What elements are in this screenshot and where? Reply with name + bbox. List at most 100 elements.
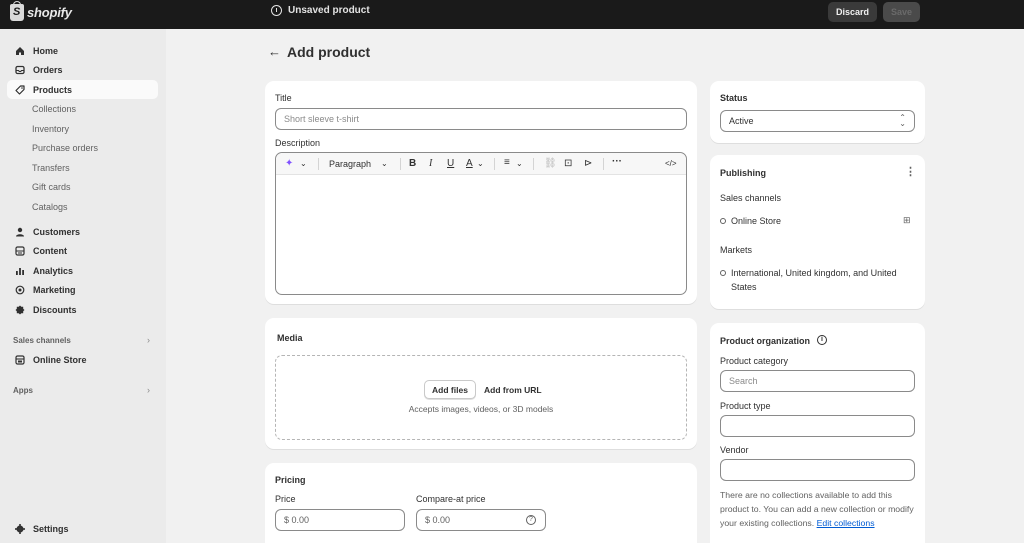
orders-icon [15, 65, 25, 75]
sidebar-item-customers[interactable]: Customers [7, 222, 158, 241]
chevron-down-icon[interactable]: ⌄ [381, 159, 388, 168]
sidebar-item-settings[interactable]: Settings [7, 519, 158, 538]
sidebar-subitem-catalogs[interactable]: Catalogs [32, 202, 68, 212]
home-icon [15, 46, 25, 56]
italic-icon[interactable]: I [429, 158, 432, 169]
sidebar-item-label: Online Store [33, 354, 87, 365]
compare-at-price-value: $ 0.00 [425, 515, 451, 525]
sidebar-subitem-collections[interactable]: Collections [32, 104, 76, 114]
pricing-heading: Pricing [275, 475, 306, 485]
editor-toolbar: ✦ ⌄ Paragraph ⌄ B I U A ⌄ ≡ ⌄ ⛓ ⊡ ⊳ ··· … [276, 153, 686, 175]
discard-button[interactable]: Discard [828, 2, 877, 22]
toolbar-divider [318, 158, 319, 170]
publishing-heading: Publishing [720, 168, 766, 178]
sidebar-item-marketing[interactable]: Marketing [7, 280, 158, 299]
top-bar: shopify Unsaved product Discard Save [0, 0, 1024, 29]
title-input[interactable]: Short sleeve t-shirt [275, 108, 687, 130]
more-vertical-icon[interactable]: ⋮ [905, 165, 916, 178]
sidebar-subitem-inventory[interactable]: Inventory [32, 124, 69, 134]
more-options-icon[interactable]: ··· [612, 156, 622, 167]
toolbar-divider [603, 158, 604, 170]
add-from-url-link[interactable]: Add from URL [484, 385, 542, 395]
media-card: Media Add files Add from URL Accepts ima… [265, 318, 697, 449]
sidebar-item-online-store[interactable]: Online Store [7, 350, 158, 369]
sidebar-item-home[interactable]: Home [7, 41, 158, 60]
markets-line-2: States [731, 282, 757, 292]
price-input[interactable]: $ 0.00 [275, 509, 405, 531]
sidebar-item-label: Marketing [33, 284, 76, 295]
status-select[interactable]: Active ⌃ ⌄ [720, 110, 915, 132]
sidebar: Home Orders Products Collections Invento… [0, 29, 166, 543]
sidebar-item-content[interactable]: Content [7, 241, 158, 260]
shopify-logo[interactable]: shopify [10, 1, 72, 21]
description-label: Description [275, 138, 321, 148]
vendor-input[interactable] [720, 459, 915, 481]
media-dropzone[interactable]: Add files Add from URL Accepts images, v… [275, 355, 687, 440]
underline-icon[interactable]: U [447, 158, 454, 169]
text-color-icon[interactable]: A [466, 158, 473, 169]
sidebar-item-label: Products [33, 84, 73, 95]
compare-at-price-input[interactable]: $ 0.00 ? [416, 509, 546, 531]
align-icon[interactable]: ≡ [504, 157, 510, 168]
chevron-right-icon[interactable]: › [147, 385, 150, 395]
sidebar-item-label: Orders [33, 64, 63, 75]
chevron-down-icon[interactable]: ⌄ [300, 159, 307, 168]
paragraph-select[interactable]: Paragraph [329, 159, 371, 169]
back-arrow-icon[interactable]: ← [268, 44, 281, 59]
vendor-label: Vendor [720, 445, 749, 455]
sidebar-subitem-gift-cards[interactable]: Gift cards [32, 182, 71, 192]
discount-icon [15, 305, 25, 315]
info-icon[interactable]: i [817, 335, 827, 345]
sidebar-item-products[interactable]: Products [7, 80, 158, 99]
shopify-bag-icon [10, 1, 24, 21]
compare-at-price-label: Compare-at price [416, 494, 486, 504]
save-button[interactable]: Save [883, 2, 920, 22]
toolbar-divider [533, 158, 534, 170]
product-category-label: Product category [720, 356, 789, 366]
chevron-down-icon[interactable]: ⌄ [477, 159, 484, 168]
edit-collections-link[interactable]: Edit collections [817, 518, 875, 528]
status-card: Status Active ⌃ ⌄ [710, 81, 925, 143]
add-files-button[interactable]: Add files [424, 380, 476, 399]
logo-text: shopify [27, 5, 72, 20]
chevron-right-icon[interactable]: › [147, 335, 150, 345]
sidebar-subitem-purchase-orders[interactable]: Purchase orders [32, 143, 98, 153]
sidebar-item-label: Discounts [33, 304, 77, 315]
content-icon [15, 245, 25, 256]
channel-status-dot [720, 218, 726, 224]
status-value: Active [729, 116, 754, 126]
chevron-down-icon[interactable]: ⌄ [516, 159, 523, 168]
sidebar-item-orders[interactable]: Orders [7, 60, 158, 79]
price-value: $ 0.00 [284, 515, 310, 525]
info-circle-icon [271, 5, 282, 16]
play-video-icon[interactable]: ⊳ [584, 158, 592, 169]
product-organization-heading: Product organization [720, 336, 810, 346]
link-icon[interactable]: ⛓ [544, 158, 557, 169]
sidebar-item-discounts[interactable]: Discounts [7, 300, 158, 319]
sidebar-item-label: Home [33, 45, 59, 56]
market-status-dot [720, 270, 726, 276]
title-label: Title [275, 93, 292, 103]
channel-item: Online Store [720, 216, 781, 226]
bar-chart-icon [15, 266, 25, 276]
sidebar-item-analytics[interactable]: Analytics [7, 261, 158, 280]
price-label: Price [275, 494, 296, 504]
description-editor[interactable]: ✦ ⌄ Paragraph ⌄ B I U A ⌄ ≡ ⌄ ⛓ ⊡ ⊳ ··· … [275, 152, 687, 295]
image-icon[interactable]: ⊡ [564, 158, 572, 169]
product-organization-card: Product organization i Product category … [710, 323, 925, 543]
markets-label: Markets [720, 245, 753, 255]
sidebar-item-label: Customers [33, 226, 81, 237]
product-type-input[interactable] [720, 415, 915, 437]
gear-icon [15, 523, 25, 534]
bold-icon[interactable]: B [409, 158, 416, 169]
tag-icon [15, 84, 25, 95]
ai-sparkle-icon[interactable]: ✦ [285, 158, 293, 169]
help-icon[interactable]: ? [526, 515, 536, 525]
apps-section-label[interactable]: Apps [13, 386, 33, 395]
product-category-search-input[interactable]: Search [720, 370, 915, 392]
sidebar-subitem-transfers[interactable]: Transfers [32, 163, 70, 173]
sales-channels-section-label[interactable]: Sales channels [13, 336, 71, 345]
schedule-calendar-icon[interactable]: ⊞ [903, 215, 911, 226]
code-view-icon[interactable]: </> [665, 159, 677, 168]
person-icon [15, 227, 25, 237]
